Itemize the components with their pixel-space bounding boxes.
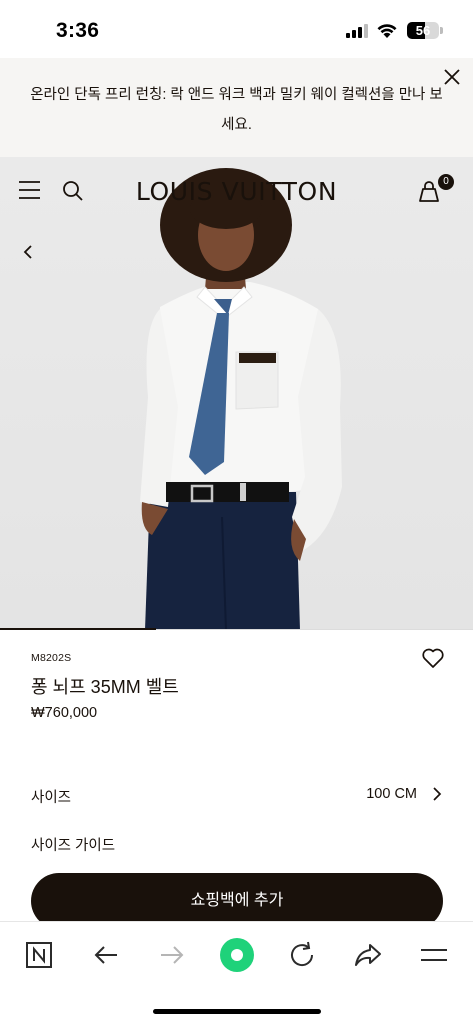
battery-level: 56 <box>415 23 431 38</box>
header-bar: LOUIS VUITTON 0 <box>0 157 473 223</box>
size-value[interactable]: 100 CM <box>366 786 417 802</box>
product-price: ₩760,000 <box>31 705 98 721</box>
product-name: 퐁 뇌프 35MM 벨트 <box>31 677 179 697</box>
chevron-right-icon[interactable] <box>431 787 443 801</box>
bag-count-badge: 0 <box>438 174 454 190</box>
forward-arrow-icon[interactable] <box>156 939 188 971</box>
size-guide-link[interactable]: 사이즈 가이드 <box>31 834 115 855</box>
product-sku: M8202S <box>31 652 72 664</box>
status-bar: 3:36 56 <box>0 0 473 58</box>
home-circle-icon[interactable] <box>219 937 255 973</box>
heart-icon[interactable] <box>421 647 445 669</box>
close-icon[interactable] <box>441 66 463 88</box>
product-image-gallery[interactable]: LOUIS VUITTON 0 <box>0 157 473 630</box>
hamburger-menu-icon[interactable] <box>418 939 450 971</box>
gallery-progress-indicator <box>0 628 157 630</box>
promo-text[interactable]: 온라인 단독 프리 런칭: 락 앤드 워크 백과 밀키 웨이 컬렉션을 만나 보… <box>28 80 445 140</box>
size-selector[interactable]: 사이즈 100 CM <box>31 782 445 808</box>
tabs-n-icon[interactable] <box>23 939 55 971</box>
home-indicator <box>153 1009 321 1014</box>
promo-banner[interactable]: 온라인 단독 프리 런칭: 락 앤드 워크 백과 밀키 웨이 컬렉션을 만나 보… <box>0 58 473 157</box>
status-time: 3:36 <box>56 19 100 42</box>
battery-cap <box>440 27 443 34</box>
reload-icon[interactable] <box>286 939 318 971</box>
share-icon[interactable] <box>352 939 384 971</box>
wifi-icon <box>377 24 397 38</box>
product-photo <box>140 168 342 630</box>
size-label: 사이즈 <box>31 790 72 806</box>
cellular-signal-icon <box>346 24 370 38</box>
back-arrow-icon[interactable] <box>90 939 122 971</box>
brand-logo[interactable]: LOUIS VUITTON <box>0 177 473 206</box>
chevron-left-icon[interactable] <box>19 243 37 261</box>
battery-icon: 56 <box>407 22 439 39</box>
